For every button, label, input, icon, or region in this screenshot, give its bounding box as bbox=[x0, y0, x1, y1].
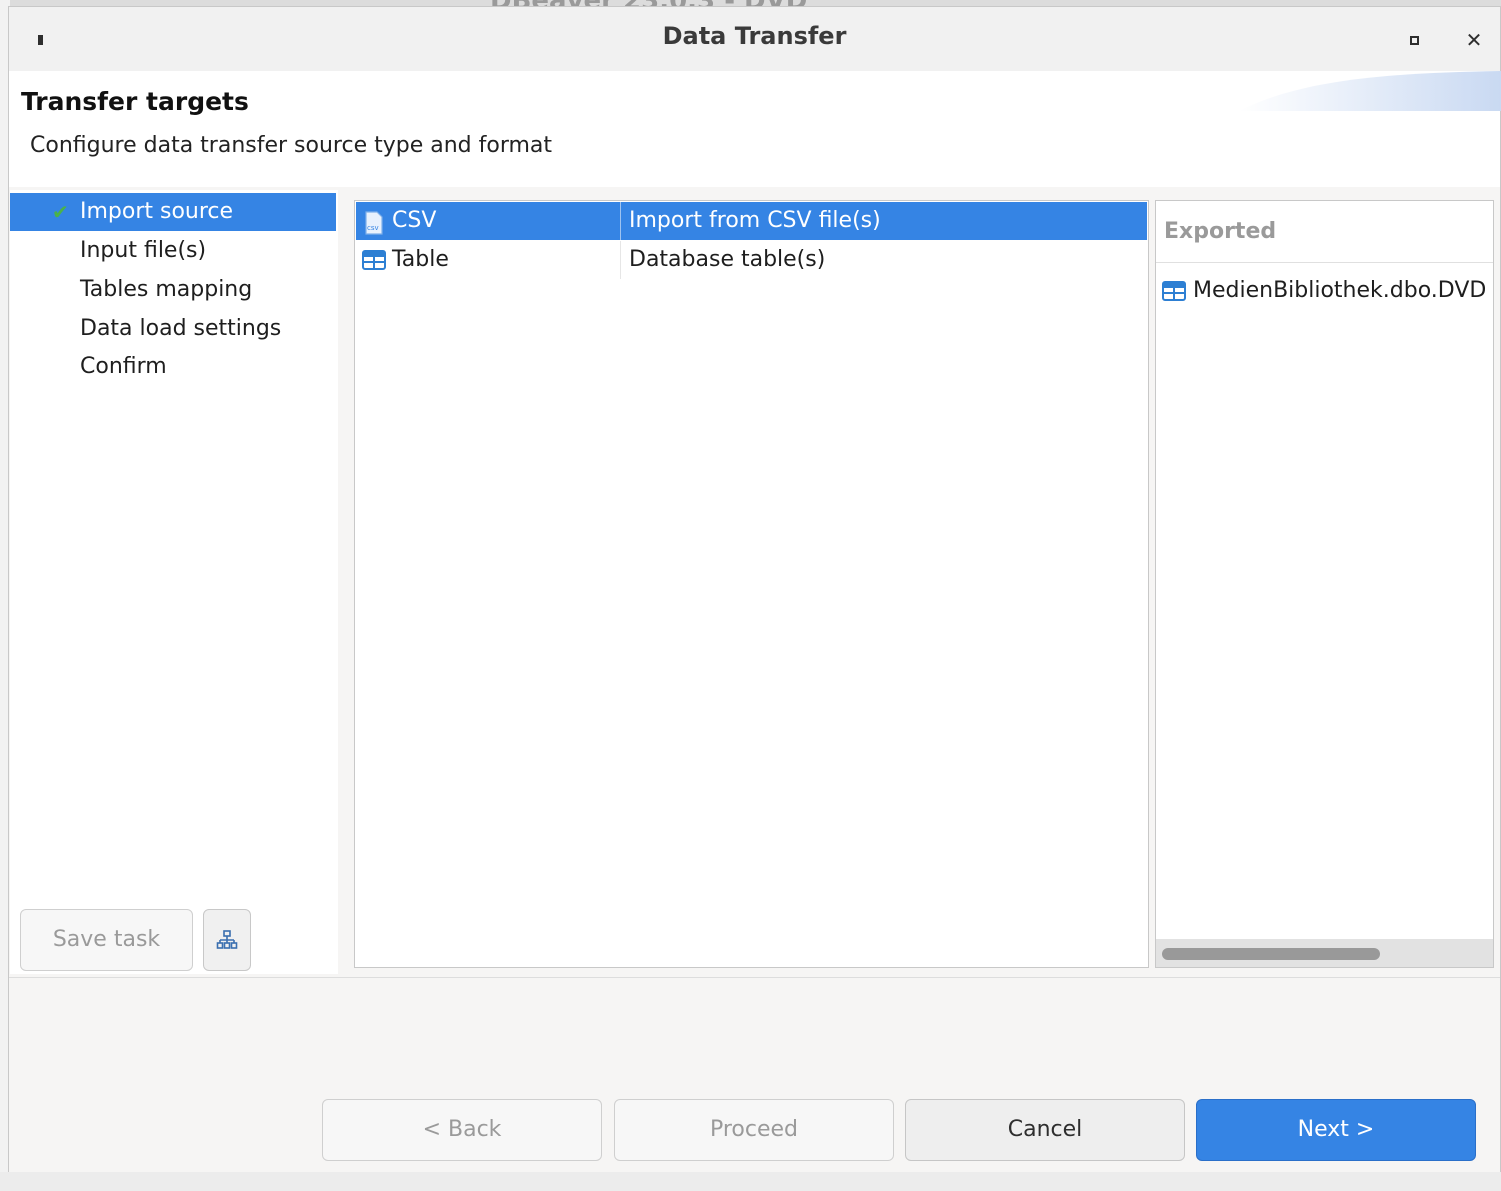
table-icon bbox=[362, 250, 386, 270]
close-button[interactable]: ✕ bbox=[1463, 27, 1485, 53]
dialog-title: Data Transfer bbox=[662, 22, 847, 50]
wizard-footer: < Back Proceed Cancel Next > bbox=[9, 977, 1500, 1173]
svg-text:csv: csv bbox=[367, 224, 379, 232]
maximize-button[interactable] bbox=[1403, 29, 1425, 51]
source-type-list: csv CSV Import from CSV file(s) Table Da… bbox=[354, 200, 1149, 968]
page-description: Configure data transfer source type and … bbox=[30, 133, 553, 158]
step-label: Data load settings bbox=[80, 316, 282, 341]
step-label: Import source bbox=[80, 199, 234, 224]
cancel-button[interactable]: Cancel bbox=[905, 1099, 1185, 1161]
source-description: Database table(s) bbox=[629, 247, 826, 272]
step-input-files[interactable]: Input file(s) bbox=[10, 232, 336, 270]
scrollbar-thumb[interactable] bbox=[1162, 948, 1380, 960]
step-label: Confirm bbox=[80, 354, 167, 379]
page-title: Transfer targets bbox=[21, 87, 249, 116]
header-banner-graphic bbox=[1239, 71, 1501, 111]
checkmark-icon: ✔ bbox=[52, 200, 69, 224]
exported-objects-panel: Exported MedienBibliothek.dbo.DVD bbox=[1155, 200, 1494, 968]
close-icon: ✕ bbox=[1465, 28, 1483, 52]
step-data-load-settings[interactable]: Data load settings bbox=[10, 310, 336, 348]
wizard-steps-list: ✔ Import source Input file(s) Tables map… bbox=[10, 190, 338, 974]
source-row-csv[interactable]: csv CSV Import from CSV file(s) bbox=[356, 202, 1147, 240]
source-name: CSV bbox=[392, 208, 437, 233]
proceed-button[interactable]: Proceed bbox=[614, 1099, 894, 1161]
horizontal-scrollbar[interactable] bbox=[1156, 939, 1493, 967]
next-button[interactable]: Next > bbox=[1196, 1099, 1476, 1161]
save-task-button[interactable]: Save task bbox=[20, 909, 193, 971]
exported-item[interactable]: MedienBibliothek.dbo.DVD bbox=[1156, 273, 1493, 309]
wizard-content: ✔ Import source Input file(s) Tables map… bbox=[9, 187, 1500, 977]
step-import-source[interactable]: ✔ Import source bbox=[10, 193, 336, 231]
source-row-table[interactable]: Table Database table(s) bbox=[356, 241, 1147, 279]
dialog-titlebar[interactable]: Data Transfer ✕ bbox=[9, 7, 1500, 71]
step-confirm[interactable]: Confirm bbox=[10, 348, 336, 386]
task-hierarchy-icon bbox=[216, 930, 238, 949]
step-tables-mapping[interactable]: Tables mapping bbox=[10, 271, 336, 309]
back-button[interactable]: < Back bbox=[322, 1099, 602, 1161]
source-description: Import from CSV file(s) bbox=[629, 208, 881, 233]
step-label: Input file(s) bbox=[80, 238, 207, 263]
data-transfer-dialog: Data Transfer ✕ Transfer targets Configu… bbox=[8, 6, 1501, 1173]
exported-header: Exported bbox=[1156, 201, 1493, 263]
wizard-header: Transfer targets Configure data transfer… bbox=[9, 71, 1501, 187]
task-config-button[interactable] bbox=[203, 909, 251, 971]
table-icon bbox=[1162, 281, 1186, 301]
csv-file-icon: csv bbox=[365, 211, 383, 235]
source-name: Table bbox=[392, 247, 449, 272]
maximize-icon bbox=[1409, 35, 1419, 45]
exported-item-label: MedienBibliothek.dbo.DVD bbox=[1193, 278, 1487, 303]
background-toolbar-strip bbox=[0, 1172, 1501, 1191]
step-label: Tables mapping bbox=[80, 277, 253, 302]
